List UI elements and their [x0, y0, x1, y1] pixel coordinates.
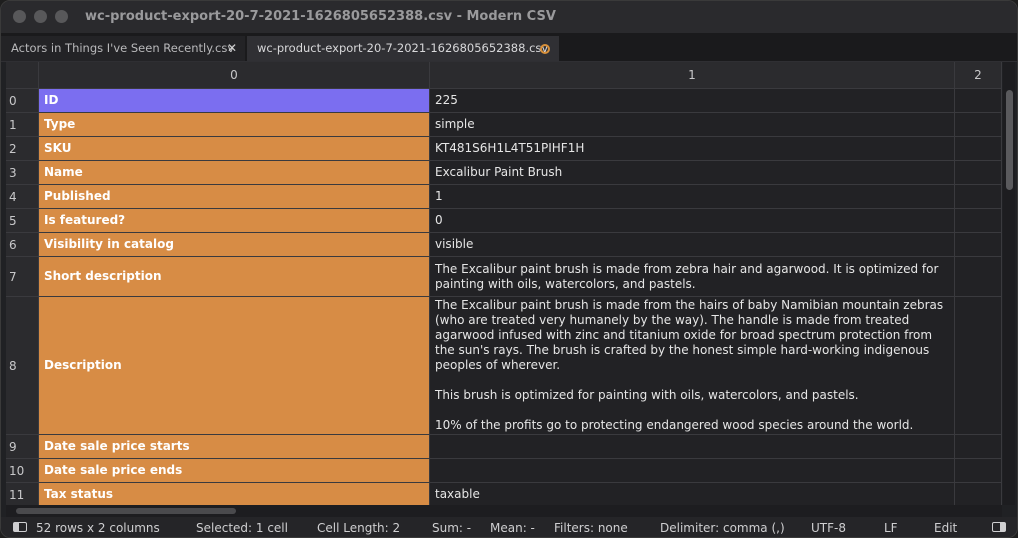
tab-label: wc-product-export-20-7-2021-162680565238…	[257, 41, 549, 55]
row-header[interactable]: 5	[6, 209, 39, 233]
csv-grid[interactable]: 0 1 2 0 ID 225 1 Type simple 2 SKU KT481S6H1L4T5…	[6, 62, 1002, 505]
app-window: wc-product-export-20-7-2021-162680565238…	[0, 0, 1018, 538]
cell-empty[interactable]	[955, 161, 1002, 185]
tab-wc-product-export[interactable]: wc-product-export-20-7-2021-162680565238…	[247, 36, 559, 61]
cell-value[interactable]: KT481S6H1L4T51PIHF1H	[430, 137, 955, 161]
cell-empty[interactable]	[955, 435, 1002, 459]
horizontal-scrollbar[interactable]	[6, 505, 1002, 517]
cell-value[interactable]: Excalibur Paint Brush	[430, 161, 955, 185]
cell-key[interactable]: Date sale price ends	[39, 459, 430, 483]
corner-header[interactable]	[6, 62, 39, 89]
mode-status[interactable]: Edit	[934, 521, 957, 535]
cell-key[interactable]: Date sale price starts	[39, 435, 430, 459]
status-bar: 52 rows x 2 columns Selected: 1 cell Cel…	[1, 517, 1017, 537]
row-header[interactable]: 4	[6, 185, 39, 209]
delimiter-status[interactable]: Delimiter: comma (,)	[660, 521, 785, 535]
row-header[interactable]: 7	[6, 257, 39, 297]
cell-key[interactable]: Published	[39, 185, 430, 209]
cell-key[interactable]: Short description	[39, 257, 430, 297]
row-header[interactable]: 2	[6, 137, 39, 161]
cell-value[interactable]	[430, 459, 955, 483]
row-header[interactable]: 0	[6, 89, 39, 113]
row-column-count: 52 rows x 2 columns	[36, 521, 160, 535]
cell-value[interactable]: 225	[430, 89, 955, 113]
tab-label: Actors in Things I've Seen Recently.csv	[11, 41, 235, 55]
cell-key[interactable]: SKU	[39, 137, 430, 161]
cell-value[interactable]: 1	[430, 185, 955, 209]
column-header-2[interactable]: 2	[955, 62, 1002, 89]
cell-empty[interactable]	[955, 297, 1002, 435]
selection-status: Selected: 1 cell	[196, 521, 288, 535]
row-header[interactable]: 6	[6, 233, 39, 257]
zoom-window-button[interactable]	[55, 10, 68, 23]
tab-bar: Actors in Things I've Seen Recently.csv …	[1, 33, 1017, 62]
encoding-status[interactable]: UTF-8	[811, 521, 846, 535]
cell-key[interactable]: Tax status	[39, 483, 430, 505]
row-header[interactable]: 11	[6, 483, 39, 505]
cell-empty[interactable]	[955, 137, 1002, 161]
line-ending-status[interactable]: LF	[884, 521, 898, 535]
window-title: wc-product-export-20-7-2021-162680565238…	[85, 9, 556, 24]
sum-status: Sum: -	[432, 521, 472, 535]
row-header[interactable]: 8	[6, 297, 39, 435]
close-icon[interactable]: ✕	[227, 36, 237, 60]
cell-value[interactable]: simple	[430, 113, 955, 137]
column-header-0[interactable]: 0	[39, 62, 430, 89]
title-bar: wc-product-export-20-7-2021-162680565238…	[1, 1, 1017, 33]
mean-status: Mean: -	[490, 521, 535, 535]
cell-value[interactable]	[430, 435, 955, 459]
cell-empty[interactable]	[955, 185, 1002, 209]
tab-actors-csv[interactable]: Actors in Things I've Seen Recently.csv …	[1, 36, 245, 61]
cell-key[interactable]: Visibility in catalog	[39, 233, 430, 257]
cell-empty[interactable]	[955, 233, 1002, 257]
unsaved-changes-icon[interactable]	[540, 44, 550, 54]
minimize-window-button[interactable]	[34, 10, 47, 23]
cell-key[interactable]: Type	[39, 113, 430, 137]
vertical-scrollbar[interactable]	[1003, 62, 1015, 505]
cell-key[interactable]: Description	[39, 297, 430, 435]
scrollbar-thumb[interactable]	[16, 508, 236, 514]
cell-key[interactable]: Name	[39, 161, 430, 185]
cell-empty[interactable]	[955, 89, 1002, 113]
cell-empty[interactable]	[955, 209, 1002, 233]
toggle-right-panel-icon[interactable]	[992, 522, 1006, 532]
toggle-left-panel-icon[interactable]	[13, 522, 27, 532]
cell-length-status: Cell Length: 2	[317, 521, 401, 535]
cell-value[interactable]: The Excalibur paint brush is made from z…	[430, 257, 955, 297]
cell-empty[interactable]	[955, 113, 1002, 137]
close-window-button[interactable]	[13, 10, 26, 23]
cell-value[interactable]: visible	[430, 233, 955, 257]
column-header-1[interactable]: 1	[430, 62, 955, 89]
row-header[interactable]: 1	[6, 113, 39, 137]
filters-status[interactable]: Filters: none	[554, 521, 628, 535]
cell-empty[interactable]	[955, 257, 1002, 297]
scrollbar-thumb[interactable]	[1006, 90, 1013, 190]
cell-value[interactable]: 0	[430, 209, 955, 233]
row-header[interactable]: 10	[6, 459, 39, 483]
row-header[interactable]: 9	[6, 435, 39, 459]
cell-key[interactable]: ID	[39, 89, 430, 113]
cell-empty[interactable]	[955, 483, 1002, 505]
cell-empty[interactable]	[955, 459, 1002, 483]
row-header[interactable]: 3	[6, 161, 39, 185]
cell-value[interactable]: The Excalibur paint brush is made from t…	[430, 297, 955, 435]
cell-value[interactable]: taxable	[430, 483, 955, 505]
cell-key[interactable]: Is featured?	[39, 209, 430, 233]
